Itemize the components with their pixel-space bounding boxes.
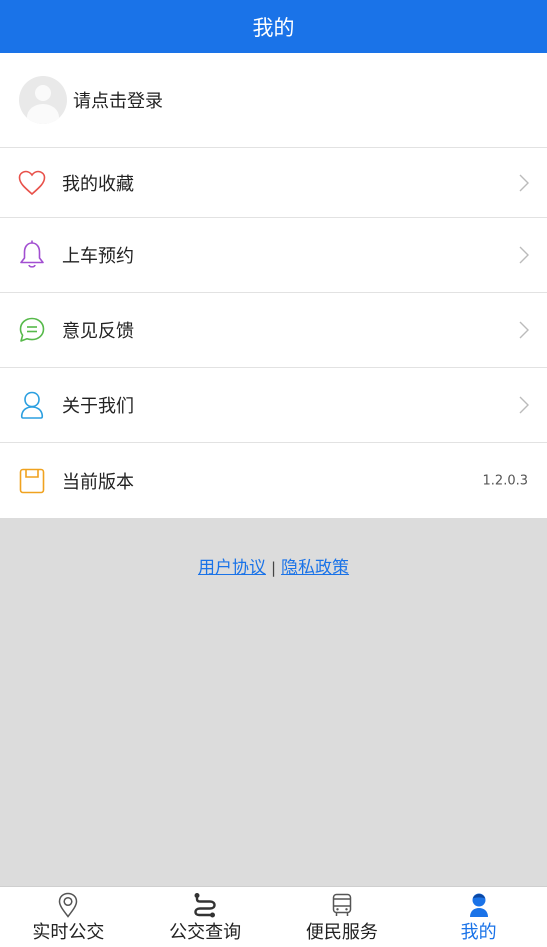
location-pin-icon xyxy=(55,891,81,919)
menu-item-label: 我的收藏 xyxy=(62,173,134,195)
menu-item-favorites[interactable]: 我的收藏 xyxy=(0,148,547,218)
tab-mine[interactable]: 我的 xyxy=(410,887,547,947)
menu-item-about-us[interactable]: 关于我们 xyxy=(0,368,547,443)
app-header: 我的 xyxy=(0,0,547,53)
chevron-right-icon xyxy=(519,174,529,191)
chat-bubble-icon xyxy=(18,316,46,344)
tab-realtime-bus[interactable]: 实时公交 xyxy=(0,887,137,947)
menu-item-feedback[interactable]: 意见反馈 xyxy=(0,293,547,368)
user-icon xyxy=(466,891,492,919)
privacy-policy-link[interactable]: 隐私政策 xyxy=(281,558,349,578)
floppy-disk-icon xyxy=(18,467,46,495)
link-separator: | xyxy=(270,559,277,577)
menu-item-label: 上车预约 xyxy=(62,246,134,267)
bottom-tab-bar: 实时公交 公交查询 便民服务 我的 xyxy=(0,886,547,947)
route-icon xyxy=(192,891,218,919)
version-number: 1.2.0.3 xyxy=(482,473,528,488)
menu-item-label: 当前版本 xyxy=(62,471,134,493)
chevron-right-icon xyxy=(519,321,529,339)
menu-list: 我的收藏 上车预约 意见反馈 关于我们 当前版本 1.2.0.3 xyxy=(0,148,547,518)
menu-item-boarding-reservation[interactable]: 上车预约 xyxy=(0,218,547,293)
bus-icon xyxy=(329,891,355,919)
tab-label: 我的 xyxy=(460,922,497,943)
tab-label: 公交查询 xyxy=(169,922,242,943)
heart-icon xyxy=(18,169,46,197)
chevron-right-icon xyxy=(519,396,529,414)
menu-item-current-version[interactable]: 当前版本 1.2.0.3 xyxy=(0,443,547,518)
user-outline-icon xyxy=(18,391,46,419)
tab-label: 便民服务 xyxy=(305,922,378,943)
menu-item-label: 关于我们 xyxy=(62,396,134,417)
footer-links: 用户协议 | 隐私政策 xyxy=(0,553,547,578)
menu-item-label: 意见反馈 xyxy=(62,321,134,342)
bell-icon xyxy=(18,240,46,269)
user-agreement-link[interactable]: 用户协议 xyxy=(198,558,266,578)
login-row[interactable]: 请点击登录 xyxy=(0,53,547,148)
avatar[interactable] xyxy=(19,76,67,124)
tab-bus-query[interactable]: 公交查询 xyxy=(137,887,274,947)
tab-convenience-services[interactable]: 便民服务 xyxy=(274,887,411,947)
tab-label: 实时公交 xyxy=(32,922,105,943)
page-title: 我的 xyxy=(252,15,295,40)
login-prompt[interactable]: 请点击登录 xyxy=(73,87,163,113)
chevron-right-icon xyxy=(519,246,529,264)
